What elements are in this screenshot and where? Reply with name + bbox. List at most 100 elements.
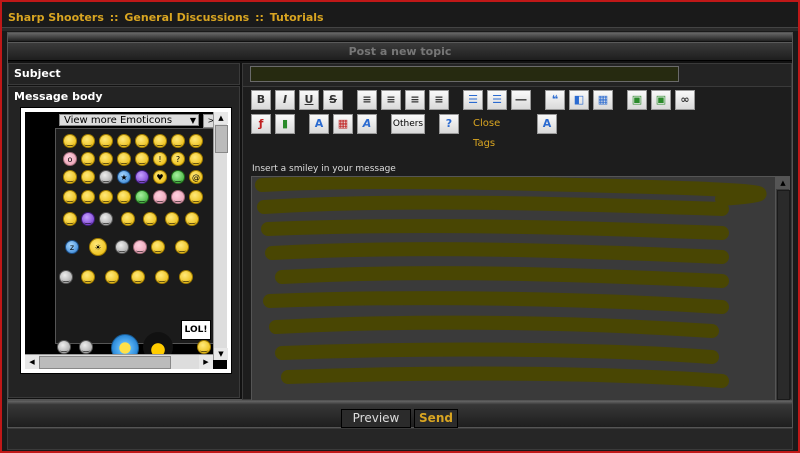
- underline-icon[interactable]: U: [299, 90, 319, 110]
- smiley-icon[interactable]: !: [153, 152, 167, 166]
- smiley-icon[interactable]: ‿: [153, 190, 167, 204]
- smiley-icon[interactable]: ‿: [117, 134, 131, 148]
- smiley-icon[interactable]: ‿: [81, 270, 95, 284]
- smiley-icon[interactable]: ‿: [63, 170, 77, 184]
- smiley-icon[interactable]: ‿: [57, 340, 71, 354]
- smiley-icon[interactable]: ‿: [63, 190, 77, 204]
- santa-smiley-icon[interactable]: ‿: [151, 240, 165, 254]
- breadcrumb-tutorials[interactable]: Tutorials: [270, 11, 324, 24]
- smiley-icon[interactable]: ‿: [171, 134, 185, 148]
- bunny-smiley-icon[interactable]: ‿: [115, 240, 129, 254]
- numbered-list-icon[interactable]: ☰: [487, 90, 507, 110]
- smiley-icon[interactable]: ‿: [117, 152, 131, 166]
- smiley-icon[interactable]: ‿: [189, 152, 203, 166]
- align-left-icon[interactable]: ≡: [357, 90, 377, 110]
- smiley-icon[interactable]: ‿: [171, 190, 185, 204]
- scroll-down-icon[interactable]: ▼: [214, 348, 228, 360]
- smiley-icon[interactable]: ‿: [99, 190, 113, 204]
- smiley-icon[interactable]: ‿: [63, 212, 77, 226]
- scroll-up-icon[interactable]: ▲: [214, 112, 228, 124]
- smiley-icon[interactable]: ‿: [99, 152, 113, 166]
- link-icon[interactable]: ∞: [675, 90, 695, 110]
- scroll-thumb[interactable]: [39, 356, 171, 369]
- smiley-icon[interactable]: ‿: [185, 212, 199, 226]
- align-right-icon[interactable]: ≡: [405, 90, 425, 110]
- smiley-icon[interactable]: ‿: [81, 170, 95, 184]
- smiley-icon[interactable]: ‿: [135, 190, 149, 204]
- sleepy-smiley-icon[interactable]: z: [65, 240, 79, 254]
- italic-icon[interactable]: I: [275, 90, 295, 110]
- message-textarea[interactable]: ▲ ▼: [251, 176, 790, 414]
- sun-smiley-icon[interactable]: ☀: [89, 238, 107, 256]
- video-icon[interactable]: ▮: [275, 114, 295, 134]
- smiley-icon[interactable]: ‿: [179, 270, 193, 284]
- smiley-horizontal-scrollbar[interactable]: ◀ ▶: [25, 354, 213, 369]
- help-icon[interactable]: ?: [439, 114, 459, 134]
- image-icon[interactable]: ▣: [627, 90, 647, 110]
- smiley-icon[interactable]: ‿: [99, 170, 113, 184]
- align-justify-icon[interactable]: ≡: [429, 90, 449, 110]
- smiley-icon[interactable]: @: [189, 170, 203, 184]
- smiley-icon[interactable]: ‿: [63, 134, 77, 148]
- smiley-icon[interactable]: ‿: [189, 190, 203, 204]
- smiley-icon[interactable]: ‿: [153, 134, 167, 148]
- send-button[interactable]: Send: [414, 409, 458, 428]
- view-more-emoticons-select[interactable]: View more Emoticons ▼: [59, 114, 199, 126]
- lol-sign-smiley-icon[interactable]: LOL!: [181, 320, 211, 340]
- star-icon[interactable]: ★: [117, 170, 131, 184]
- smiley-icon[interactable]: ‿: [59, 270, 73, 284]
- smiley-icon[interactable]: ‿: [105, 270, 119, 284]
- smiley-icon[interactable]: ‿: [79, 340, 93, 354]
- font-face-icon[interactable]: A: [357, 114, 377, 134]
- message-vertical-scrollbar[interactable]: ▲ ▼: [775, 177, 790, 413]
- smiley-icon[interactable]: ‿: [135, 170, 149, 184]
- subject-input[interactable]: [250, 66, 679, 82]
- smiley-icon[interactable]: ‿: [189, 134, 203, 148]
- bullet-list-icon[interactable]: ☰: [463, 90, 483, 110]
- smiley-icon[interactable]: ‿: [165, 212, 179, 226]
- table-icon[interactable]: ▦: [593, 90, 613, 110]
- scroll-up-icon[interactable]: ▲: [776, 177, 790, 189]
- smiley-icon[interactable]: ‿: [133, 240, 147, 254]
- horizontal-rule-icon[interactable]: ―: [511, 90, 531, 110]
- smiley-icon[interactable]: ?: [171, 152, 185, 166]
- smiley-icon[interactable]: ‿: [143, 212, 157, 226]
- strikethrough-icon[interactable]: S: [323, 90, 343, 110]
- switch-editor-icon[interactable]: A: [537, 114, 557, 134]
- smiley-icon[interactable]: ‿: [81, 190, 95, 204]
- smiley-icon[interactable]: ‿: [135, 134, 149, 148]
- smiley-icon[interactable]: ‿: [171, 170, 185, 184]
- smiley-icon[interactable]: ‿: [81, 212, 95, 226]
- scroll-right-icon[interactable]: ▶: [199, 355, 213, 369]
- image-upload-icon[interactable]: ▣: [651, 90, 671, 110]
- smiley-icon[interactable]: ‿: [121, 212, 135, 226]
- color-picker-icon[interactable]: ▦: [333, 114, 353, 134]
- others-button[interactable]: Others: [391, 114, 425, 134]
- bold-icon[interactable]: B: [251, 90, 271, 110]
- flash-icon[interactable]: ƒ: [251, 114, 271, 134]
- scroll-thumb[interactable]: [777, 190, 790, 400]
- smiley-icon[interactable]: ‿: [135, 152, 149, 166]
- scroll-thumb[interactable]: [215, 125, 228, 153]
- quote-icon[interactable]: ❝: [545, 90, 565, 110]
- scroll-left-icon[interactable]: ◀: [25, 355, 39, 369]
- smiley-icon[interactable]: ‿: [117, 190, 131, 204]
- smiley-icon[interactable]: ‿: [155, 270, 169, 284]
- smiley-icon[interactable]: o: [63, 152, 77, 166]
- smiley-icon[interactable]: ‿: [197, 340, 211, 354]
- breadcrumb-forum-home[interactable]: Sharp Shooters: [8, 11, 104, 24]
- smiley-icon[interactable]: ‿: [81, 134, 95, 148]
- smiley-icon[interactable]: ‿: [81, 152, 95, 166]
- preview-button[interactable]: Preview: [341, 409, 411, 428]
- close-tags-link[interactable]: Close Tags: [473, 114, 500, 149]
- smiley-icon[interactable]: ‿: [99, 134, 113, 148]
- code-icon[interactable]: ◧: [569, 90, 589, 110]
- breadcrumb-general-discussions[interactable]: General Discussions: [124, 11, 249, 24]
- font-size-icon[interactable]: A: [309, 114, 329, 134]
- smiley-icon[interactable]: ‿: [99, 212, 113, 226]
- smiley-icon[interactable]: ♥: [153, 170, 167, 184]
- smiley-vertical-scrollbar[interactable]: ▲ ▼: [213, 112, 228, 360]
- smiley-icon[interactable]: ‿: [131, 270, 145, 284]
- align-center-icon[interactable]: ≡: [381, 90, 401, 110]
- reindeer-smiley-icon[interactable]: ‿: [175, 240, 189, 254]
